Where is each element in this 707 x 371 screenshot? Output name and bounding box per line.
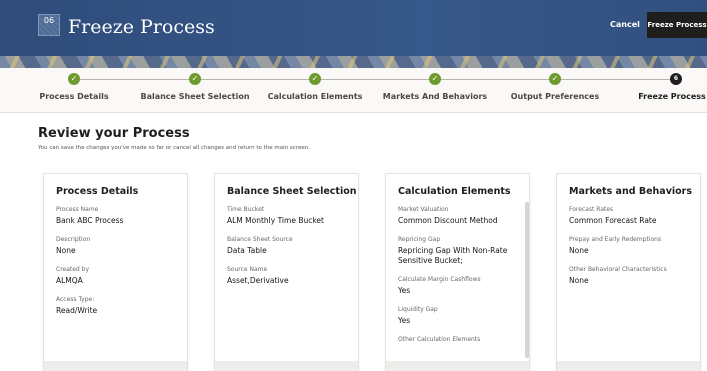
step-train-connector [74,79,676,80]
card-title: Balance Sheet Selection [227,186,357,197]
card-footer [215,361,358,371]
field-label: Repricing Gap [398,236,441,243]
field-value: Repricing Gap With Non-Rate Sensitive Bu… [398,246,508,265]
field-prepay-early-redemptions: Prepay and Early Redemptions None [569,236,695,256]
field-label: Prepay and Early Redemptions [569,236,662,243]
step-4-label[interactable]: Markets And Behaviors [383,92,487,101]
field-access-type: Access Type: Read/Write [56,296,182,316]
field-time-bucket: Time Bucket ALM Monthly Time Bucket [227,206,353,226]
field-label: Time Bucket [227,206,265,213]
balance-sheet-selection-card: Balance Sheet Selection Time Bucket ALM … [214,173,359,371]
field-forecast-rates: Forecast Rates Common Forecast Rate [569,206,695,226]
step-6-current-indicator[interactable]: 6 [670,73,682,85]
field-label: Source Name [227,266,268,273]
step-1-label[interactable]: Process Details [39,92,108,101]
step-number-badge: 06 [38,14,60,36]
card-title: Calculation Elements [398,186,511,197]
step-4-check-icon[interactable]: ✓ [429,73,441,85]
field-value: Data Table [227,246,267,255]
field-label: Process Name [56,206,99,213]
field-value: Asset,Derivative [227,276,289,285]
field-calculate-margin-cashflows: Calculate Margin Cashflows Yes [398,276,524,296]
card-footer [386,361,529,371]
card-footer [44,361,187,371]
field-value: Yes [398,286,411,295]
step-5-check-icon[interactable]: ✓ [549,73,561,85]
field-balance-sheet-source: Balance Sheet Source Data Table [227,236,353,256]
field-value: Read/Write [56,306,98,315]
process-details-card: Process Details Process Name Bank ABC Pr… [43,173,188,371]
field-value: Common Forecast Rate [569,216,657,225]
field-label: Other Behavioral Characteristics [569,266,667,273]
field-value: Yes [398,316,411,325]
field-value: None [56,246,76,255]
field-market-valuation: Market Valuation Common Discount Method [398,206,524,226]
field-repricing-gap: Repricing Gap Repricing Gap With Non-Rat… [398,236,524,266]
field-label: Market Valuation [398,206,449,213]
field-created-by: Created by ALMQA [56,266,182,286]
cancel-button[interactable]: Cancel [602,14,648,36]
card-footer [557,361,700,371]
review-subtitle: You can save the changes you've made so … [38,145,310,151]
page-header: 06 Freeze Process Cancel Freeze Process [0,0,707,56]
step-6-label[interactable]: Freeze Process [638,92,706,101]
field-value: None [569,276,589,285]
step-2-label[interactable]: Balance Sheet Selection [140,92,249,101]
field-value: ALM Monthly Time Bucket [227,216,324,225]
markets-and-behaviors-card: Markets and Behaviors Forecast Rates Com… [556,173,701,371]
field-value: Common Discount Method [398,216,498,225]
field-label: Description [56,236,91,243]
field-label: Created by [56,266,90,273]
card-scrollbar[interactable] [525,202,529,358]
page-title: Freeze Process [68,16,215,38]
step-3-label[interactable]: Calculation Elements [268,92,363,101]
field-value: ALMQA [56,276,83,285]
field-description: Description None [56,236,182,256]
calculation-elements-card: Calculation Elements Market Valuation Co… [385,173,530,371]
field-label: Access Type: [56,296,95,303]
field-source-name: Source Name Asset,Derivative [227,266,353,286]
field-value: None [569,246,589,255]
field-other-behavioral-characteristics: Other Behavioral Characteristics None [569,266,695,286]
card-title: Process Details [56,186,139,197]
card-title: Markets and Behaviors [569,186,693,197]
step-5-label[interactable]: Output Preferences [511,92,600,101]
review-heading: Review your Process [38,126,190,141]
field-label: Liquidity Gap [398,306,438,313]
field-label: Balance Sheet Source [227,236,293,243]
step-3-check-icon[interactable]: ✓ [309,73,321,85]
field-process-name: Process Name Bank ABC Process [56,206,182,226]
step-1-check-icon[interactable]: ✓ [68,73,80,85]
field-other-calculation-elements: Other Calculation Elements [398,336,524,346]
field-liquidity-gap: Liquidity Gap Yes [398,306,524,326]
field-label: Other Calculation Elements [398,336,481,343]
field-label: Calculate Margin Cashflows [398,276,481,283]
step-train [0,68,707,113]
freeze-process-button[interactable]: Freeze Process [647,12,707,38]
step-2-check-icon[interactable]: ✓ [189,73,201,85]
header-decorative-band [0,56,707,68]
field-label: Forecast Rates [569,206,614,213]
field-value: Bank ABC Process [56,216,124,225]
